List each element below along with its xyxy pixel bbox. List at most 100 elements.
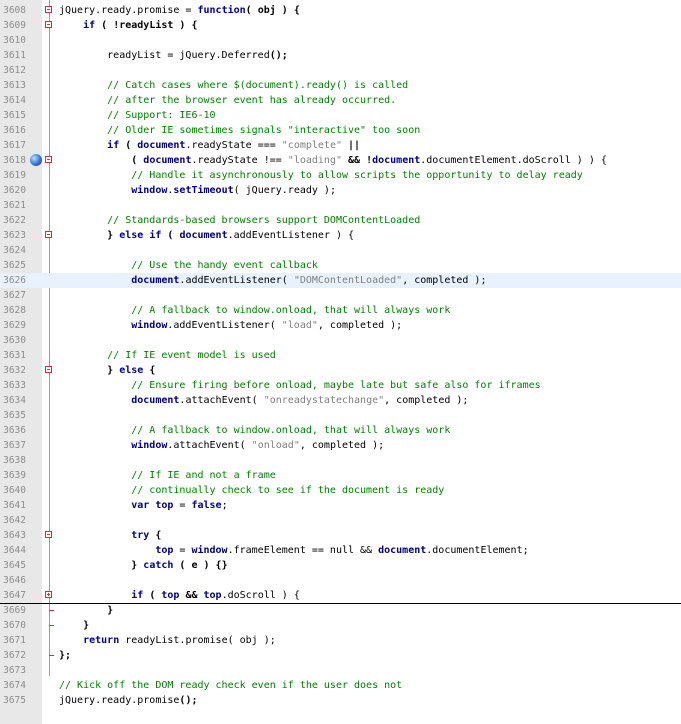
collapse-fold-icon[interactable] [45,366,52,373]
code-text: } else { [59,363,155,378]
code-text: window.attachEvent( "onload", completed … [59,438,384,453]
code-text: jQuery.ready.promise(); [59,693,197,708]
code-text: ( document.readyState !== "loading" && !… [59,153,607,168]
code-line[interactable]: 3674 // Kick off the DOM ready check even… [0,678,681,693]
code-token: .addEventListener( [167,320,282,331]
code-line[interactable]: 3624 [0,243,681,258]
code-token: // Handle it asynchronously to allow scr… [59,170,583,181]
code-line[interactable]: 3627 [0,288,681,303]
code-line[interactable]: 3621 [0,198,681,213]
collapse-fold-icon[interactable] [45,531,52,538]
line-number: 3608 [3,5,26,16]
code-line[interactable]: 3626 document.addEventListener( "DOMCont… [0,273,681,288]
line-number: 3629 [3,320,26,331]
code-line[interactable]: 3633 // Ensure firing before onload, may… [0,378,681,393]
code-line[interactable]: 3614 // after the browser event has alre… [0,93,681,108]
code-line[interactable]: 3631 // If IE event model is used [0,348,681,363]
code-line[interactable]: 3640 // continually check to see if the … [0,483,681,498]
code-line[interactable]: 3623 } else if ( document.addEventListen… [0,228,681,243]
code-line[interactable]: 3675 jQuery.ready.promise(); [0,693,681,708]
code-line[interactable]: 3618 ( document.readyState !== "loading"… [0,153,681,168]
code-line[interactable]: 3625 // Use the handy event callback [0,258,681,273]
code-token: catch [143,560,174,571]
code-line[interactable]: 3617 if ( document.readyState === "compl… [0,138,681,153]
code-text: } [59,603,113,618]
code-line[interactable]: 3629 window.addEventListener( "load", co… [0,318,681,333]
code-line[interactable]: 3638 [0,453,681,468]
collapse-fold-icon[interactable] [45,231,52,238]
line-number: 3636 [3,425,26,436]
code-line[interactable]: 3635 [0,408,681,423]
code-line[interactable]: 3611 readyList = jQuery.Deferred(); [0,48,681,63]
code-token: .attachEvent( [179,395,264,406]
line-number: 3674 [3,680,26,691]
code-line[interactable]: 3620 window.setTimeout( jQuery.ready ); [0,183,681,198]
code-line[interactable]: 3639 // If IE and not a frame [0,468,681,483]
code-line[interactable]: 3636 // A fallback to window.onload, tha… [0,423,681,438]
collapse-fold-icon[interactable] [45,6,52,13]
code-line[interactable]: 3637 window.attachEvent( "onload", compl… [0,438,681,453]
code-token: ( [119,140,138,151]
line-number: 3642 [3,515,26,526]
code-line[interactable]: 3615 // Support: IE6-10 [0,108,681,123]
code-line[interactable]: 3644 top = window.frameElement == null &… [0,543,681,558]
line-number: 3616 [3,125,26,136]
code-line[interactable]: 3634 document.attachEvent( "onreadystate… [0,393,681,408]
code-token: = [173,500,192,511]
code-token: ( jQuery.ready ); [233,185,336,196]
code-token: document [143,155,192,166]
code-token: false [191,500,222,511]
collapse-fold-icon[interactable] [45,21,52,28]
code-line[interactable]: 3608 jQuery.ready.promise = function( obj… [0,3,681,18]
expand-fold-icon[interactable] [45,591,52,598]
line-number: 3643 [3,530,26,541]
code-line[interactable]: 3642 [0,513,681,528]
bookmark-icon[interactable] [30,154,42,166]
code-token: }; [59,650,72,661]
code-line[interactable]: 3619 // Handle it asynchronously to allo… [0,168,681,183]
code-text: // continually check to see if the docum… [59,483,444,498]
code-line[interactable]: 3622 // Standards-based browsers support… [0,213,681,228]
code-token: setTimeout [173,185,234,196]
code-token: if [83,20,96,31]
code-line[interactable]: 3645 } catch ( e ) {} [0,558,681,573]
line-number: 3609 [3,20,26,31]
code-line[interactable]: 3669 } [0,603,681,618]
code-line[interactable]: 3647 if ( top && top.doScroll ) { [0,588,681,604]
code-line[interactable]: 3616 // Older IE sometimes signals "inte… [0,123,681,138]
code-text: document.attachEvent( "onreadystatechang… [59,393,468,408]
code-token: ( [143,590,162,601]
code-token: // A fallback to window.onload, that wil… [59,305,451,316]
code-token: top [203,590,222,601]
code-line[interactable]: 3609 if ( !readyList ) { [0,18,681,33]
fold-end-marker [49,655,54,656]
code-token: // Standards-based browsers support DOMC… [59,215,421,226]
code-token: ( [59,155,144,166]
code-token: try [131,530,150,541]
code-token: // Use the handy event callback [59,260,318,271]
code-line[interactable]: 3673 [0,663,681,678]
code-text: // If IE and not a frame [59,468,276,483]
line-number: 3630 [3,335,26,346]
code-line[interactable]: 3630 [0,333,681,348]
code-token: // continually check to see if the docum… [59,485,445,496]
code-line[interactable]: 3628 // A fallback to window.onload, tha… [0,303,681,318]
code-token: } [59,230,120,241]
code-token: window [131,320,168,331]
code-line[interactable]: 3613 // Catch cases where $(document).re… [0,78,681,93]
code-line[interactable]: 3646 [0,573,681,588]
line-number: 3638 [3,455,26,466]
collapse-fold-icon[interactable] [45,156,52,163]
code-line[interactable]: 3670 } [0,618,681,633]
code-line[interactable]: 3612 [0,63,681,78]
code-line[interactable]: 3671 return readyList.promise( obj ); [0,633,681,648]
code-line[interactable]: 3672}; [0,648,681,663]
code-token: // If IE and not a frame [59,470,276,481]
code-line[interactable]: 3632 } else { [0,363,681,378]
code-line[interactable]: 3641 var top = false; [0,498,681,513]
code-line[interactable]: 3643 try { [0,528,681,543]
code-line[interactable]: 3610 [0,33,681,48]
